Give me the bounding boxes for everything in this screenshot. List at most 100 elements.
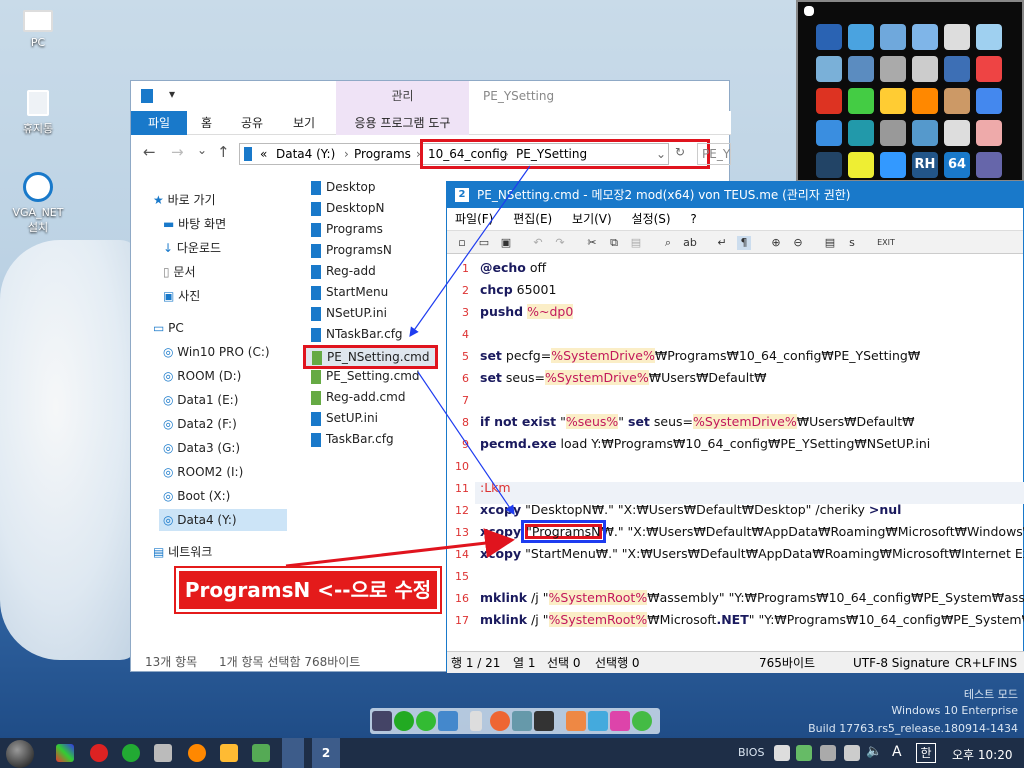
list-item[interactable]: SetUP.ini — [311, 408, 378, 428]
zoom-in-icon[interactable]: ⊕ — [769, 236, 783, 250]
replace-icon[interactable]: ab — [683, 236, 697, 250]
windows-icon[interactable] — [976, 88, 1002, 114]
gear-icon[interactable] — [816, 120, 842, 146]
list-item[interactable]: Reg-add — [311, 261, 376, 281]
language-indicator[interactable]: 한 — [916, 743, 936, 763]
list-item[interactable]: ProgramsN — [311, 240, 392, 260]
address-bar[interactable]: « Data4 (Y:) › Programs › 10_64_config ›… — [239, 139, 710, 169]
app-icon[interactable] — [912, 24, 938, 50]
app-icon[interactable] — [880, 120, 906, 146]
app-icon[interactable] — [816, 152, 842, 178]
cut-icon[interactable]: ✂ — [585, 236, 599, 250]
ime-mode[interactable]: A — [892, 744, 902, 760]
menu-help[interactable]: ? — [690, 212, 696, 226]
tab-home[interactable]: 홈 — [191, 111, 222, 135]
menu-edit[interactable]: 편집(E) — [513, 212, 552, 226]
app-icon[interactable] — [976, 152, 1002, 178]
new-icon[interactable]: ▫ — [455, 236, 469, 250]
taskbar-notepad2-icon[interactable]: 2 — [312, 738, 340, 768]
list-item[interactable]: NTaskBar.cfg — [311, 324, 403, 344]
zoom-out-icon[interactable]: ⊖ — [791, 236, 805, 250]
app-icon[interactable] — [944, 120, 970, 146]
menu-file[interactable]: 파일(F) — [455, 212, 493, 226]
paste-icon[interactable]: ▤ — [629, 236, 643, 250]
app-icon[interactable] — [880, 88, 906, 114]
list-item[interactable]: NSetUP.ini — [311, 303, 387, 323]
tray-bios[interactable]: BIOS — [738, 746, 764, 759]
copy-icon[interactable]: ⧉ — [607, 236, 621, 250]
disc-icon[interactable] — [976, 120, 1002, 146]
manage-tab-header[interactable]: 관리 — [336, 81, 469, 111]
nav-drive-y[interactable]: ◎ Data4 (Y:) — [159, 509, 287, 531]
dock-icon[interactable] — [394, 711, 414, 731]
close-icon[interactable] — [804, 6, 814, 16]
list-item[interactable]: StartMenu — [311, 282, 388, 302]
desktop-icon-pc[interactable]: PC — [8, 8, 68, 49]
app-icon[interactable] — [912, 56, 938, 82]
list-item[interactable]: PE_Setting.cmd — [311, 366, 420, 386]
dock-icon[interactable] — [588, 711, 608, 731]
nav-drive-e[interactable]: ◎ Data1 (E:) — [163, 389, 238, 411]
menu-settings[interactable]: 설정(S) — [632, 212, 671, 226]
nav-quick-access[interactable]: ★ 바로 가기 — [153, 189, 216, 211]
app-icon[interactable] — [912, 88, 938, 114]
tab-app-tools[interactable]: 응용 프로그램 도구 — [336, 111, 469, 135]
list-item[interactable]: Reg-add.cmd — [311, 387, 405, 407]
dock-icon[interactable] — [470, 711, 482, 731]
chevron-down-icon[interactable]: ⌄ — [197, 143, 207, 157]
search-input[interactable]: PE_YSetting 검색 — [697, 143, 731, 165]
desktop-icon-vga-net[interactable]: VGA_NET 설치 — [8, 172, 68, 235]
dock-icon[interactable] — [416, 711, 436, 731]
nav-drive-x[interactable]: ◎ Boot (X:) — [163, 485, 230, 507]
settings-icon[interactable]: s — [845, 236, 859, 250]
app-icon[interactable] — [816, 56, 842, 82]
dock-icon[interactable] — [566, 711, 586, 731]
up-arrow-icon[interactable]: ↑ — [217, 143, 230, 161]
list-item[interactable]: Programs — [311, 219, 383, 239]
app-icon[interactable] — [912, 120, 938, 146]
app-icon[interactable] — [880, 56, 906, 82]
start-orb-icon[interactable] — [6, 740, 34, 768]
taskbar-app-icon[interactable] — [122, 744, 140, 762]
status-encoding[interactable]: UTF-8 Signature — [853, 652, 950, 674]
list-item[interactable]: Desktop — [311, 177, 376, 197]
nav-pc[interactable]: ▭ PC — [153, 317, 184, 339]
clock[interactable]: 오후 10:20 — [952, 746, 1012, 763]
app-icon[interactable] — [848, 120, 874, 146]
power-icon[interactable] — [90, 744, 108, 762]
nav-drive-i[interactable]: ◎ ROOM2 (I:) — [163, 461, 243, 483]
taskbar-app-icon[interactable] — [154, 744, 172, 762]
nav-desktop[interactable]: ▬ 바탕 화면 — [163, 213, 226, 235]
tray-icon[interactable] — [774, 745, 790, 761]
dock-icon[interactable] — [372, 711, 392, 731]
breadcrumb-data4[interactable]: Data4 (Y:) — [276, 147, 335, 161]
app-icon[interactable] — [848, 56, 874, 82]
dock-icon[interactable] — [534, 711, 554, 731]
app-icon[interactable] — [816, 88, 842, 114]
dock-icon[interactable] — [632, 711, 652, 731]
app-icon[interactable] — [976, 56, 1002, 82]
tray-icon[interactable] — [844, 745, 860, 761]
app-icon[interactable] — [848, 88, 874, 114]
breadcrumb-programs[interactable]: Programs — [354, 147, 411, 161]
app-icon[interactable] — [848, 152, 874, 178]
app-icon[interactable] — [976, 24, 1002, 50]
64-icon[interactable]: 64 — [944, 152, 970, 178]
tab-view[interactable]: 보기 — [283, 111, 325, 135]
find-icon[interactable]: ⌕ — [661, 236, 675, 250]
dock-icon[interactable] — [610, 711, 630, 731]
undo-icon[interactable]: ↶ — [531, 236, 545, 250]
status-mode[interactable]: INS — [997, 652, 1017, 674]
nav-drive-f[interactable]: ◎ Data2 (F:) — [163, 413, 237, 435]
tab-file[interactable]: 파일 — [131, 111, 187, 135]
scheme-icon[interactable]: ▤ — [823, 236, 837, 250]
nav-drive-g[interactable]: ◎ Data3 (G:) — [163, 437, 240, 459]
quick-access-toolbar[interactable]: ▾ — [169, 87, 175, 101]
list-item[interactable]: TaskBar.cfg — [311, 429, 394, 449]
list-item[interactable]: DesktopN — [311, 198, 384, 218]
taskbar-explorer-icon[interactable] — [282, 738, 304, 768]
back-arrow-icon[interactable]: ← — [143, 143, 156, 161]
app-icon[interactable] — [944, 88, 970, 114]
tab-share[interactable]: 공유 — [231, 111, 273, 135]
refresh-icon[interactable] — [848, 24, 874, 50]
